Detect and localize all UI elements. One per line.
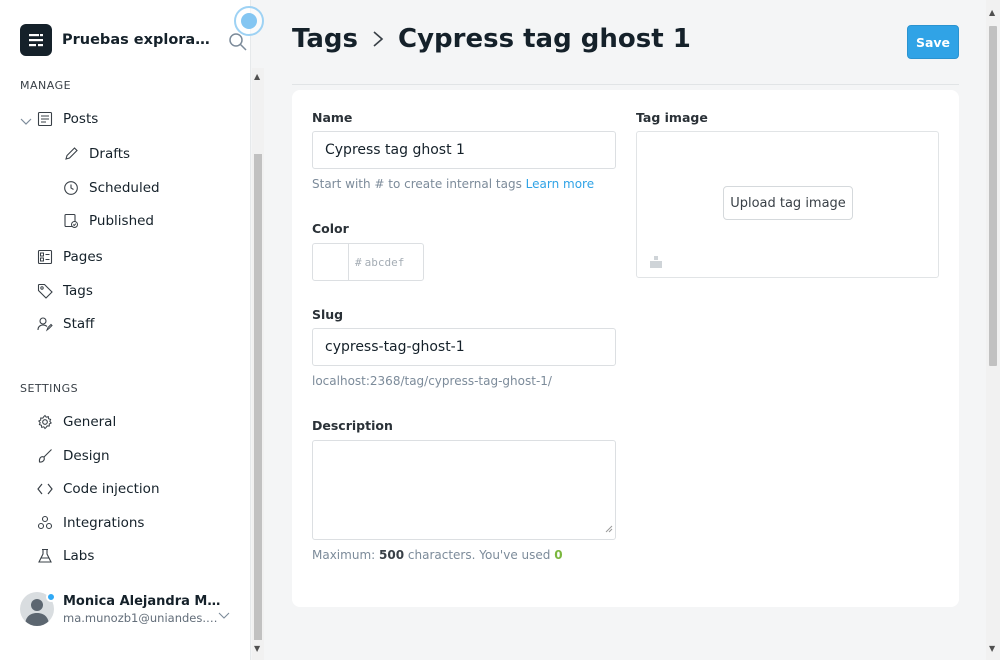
name-hint: Start with # to create internal tags Lea… bbox=[312, 177, 594, 191]
upload-tag-image-button[interactable]: Upload tag image bbox=[723, 186, 853, 220]
sidebar: Pruebas explorato... MANAGE Posts Drafts… bbox=[0, 0, 264, 660]
name-label: Name bbox=[312, 110, 353, 125]
focus-indicator bbox=[234, 6, 264, 36]
chevron-down-icon[interactable] bbox=[218, 606, 230, 625]
name-hint-text: Start with # to create internal tags bbox=[312, 177, 522, 191]
description-field[interactable] bbox=[312, 440, 616, 540]
breadcrumb-tags-link[interactable]: Tags bbox=[292, 24, 358, 54]
resize-handle-icon[interactable] bbox=[605, 518, 613, 537]
scroll-up-arrow-icon[interactable]: ▲ bbox=[989, 8, 995, 17]
notification-dot bbox=[46, 592, 56, 602]
sidebar-item-pages[interactable]: Pages bbox=[36, 245, 103, 269]
color-input[interactable]: abcdef bbox=[365, 256, 405, 269]
learn-more-link[interactable]: Learn more bbox=[526, 177, 594, 191]
sidebar-item-staff[interactable]: Staff bbox=[36, 312, 94, 336]
color-swatch[interactable] bbox=[313, 244, 349, 280]
description-label: Description bbox=[312, 418, 393, 433]
sidebar-item-drafts[interactable]: Drafts bbox=[62, 142, 130, 166]
sidebar-scrollbar[interactable]: ▲ ▼ bbox=[252, 68, 264, 660]
scroll-thumb[interactable] bbox=[254, 154, 262, 640]
integrations-icon bbox=[36, 514, 54, 532]
staff-icon bbox=[36, 315, 54, 333]
main-content: Tags Cypress tag ghost 1 Save Name Cypre… bbox=[264, 0, 986, 660]
published-icon bbox=[62, 212, 80, 230]
sidebar-item-code-injection[interactable]: Code injection bbox=[36, 477, 160, 501]
code-icon bbox=[36, 480, 54, 498]
slug-url: localhost:2368/tag/cypress-tag-ghost-1/ bbox=[312, 374, 552, 388]
tag-form-card: Name Cypress tag ghost 1 Start with # to… bbox=[292, 90, 959, 607]
sidebar-item-label: Pages bbox=[63, 249, 103, 265]
sidebar-item-label: Code injection bbox=[63, 481, 160, 497]
site-logo-icon bbox=[20, 24, 52, 56]
manage-section-title: MANAGE bbox=[20, 79, 72, 92]
scroll-down-arrow-icon[interactable]: ▼ bbox=[254, 644, 260, 653]
page-title: Cypress tag ghost 1 bbox=[398, 24, 691, 54]
color-field[interactable]: # abcdef bbox=[312, 243, 424, 281]
pencil-icon bbox=[62, 145, 80, 163]
clock-icon bbox=[62, 179, 80, 197]
slug-field[interactable]: cypress-tag-ghost-1 bbox=[312, 328, 616, 366]
breadcrumb: Tags Cypress tag ghost 1 bbox=[292, 24, 691, 54]
description-count: Maximum: 500 characters. You've used 0 bbox=[312, 548, 563, 562]
count-middle: characters. You've used bbox=[407, 548, 551, 562]
save-button[interactable]: Save bbox=[907, 25, 959, 59]
sidebar-item-published[interactable]: Published bbox=[62, 209, 154, 233]
sidebar-item-label: Integrations bbox=[63, 515, 145, 531]
divider bbox=[292, 84, 959, 85]
count-prefix: Maximum: bbox=[312, 548, 376, 562]
slug-label: Slug bbox=[312, 307, 344, 322]
brush-icon bbox=[36, 447, 54, 465]
scroll-up-arrow-icon[interactable]: ▲ bbox=[254, 72, 260, 81]
count-max: 500 bbox=[379, 548, 405, 562]
sidebar-item-label: Published bbox=[89, 213, 154, 229]
gear-icon bbox=[36, 413, 54, 431]
flask-icon bbox=[36, 547, 54, 565]
color-hash: # bbox=[355, 255, 362, 269]
site-brand[interactable]: Pruebas explorato... bbox=[20, 24, 212, 56]
sidebar-item-label: Labs bbox=[63, 548, 95, 564]
color-label: Color bbox=[312, 221, 349, 236]
settings-section-title: SETTINGS bbox=[20, 382, 79, 395]
sidebar-item-design[interactable]: Design bbox=[36, 444, 110, 468]
page-scrollbar[interactable]: ▲ ▼ bbox=[986, 0, 1000, 660]
site-name: Pruebas explorato... bbox=[62, 32, 212, 48]
chevron-down-icon[interactable] bbox=[20, 112, 32, 125]
user-menu[interactable]: Monica Alejandra Muñ... ma.munozb1@unian… bbox=[20, 592, 223, 626]
chevron-right-icon bbox=[372, 30, 384, 48]
sidebar-item-label: Tags bbox=[63, 283, 93, 299]
posts-icon bbox=[36, 110, 54, 128]
sidebar-item-scheduled[interactable]: Scheduled bbox=[62, 176, 160, 200]
pages-icon bbox=[36, 248, 54, 266]
user-name: Monica Alejandra Muñ... bbox=[63, 593, 223, 609]
scroll-thumb[interactable] bbox=[989, 26, 997, 366]
sidebar-item-posts[interactable]: Posts bbox=[36, 107, 98, 131]
sidebar-item-label: Posts bbox=[63, 111, 99, 127]
sidebar-item-label: General bbox=[63, 414, 117, 430]
count-used: 0 bbox=[554, 548, 563, 562]
name-field[interactable]: Cypress tag ghost 1 bbox=[312, 131, 616, 169]
tag-image-dropzone[interactable]: Upload tag image bbox=[636, 131, 939, 278]
sidebar-item-label: Drafts bbox=[89, 146, 131, 162]
sidebar-item-label: Scheduled bbox=[89, 180, 160, 196]
tag-icon bbox=[36, 282, 54, 300]
user-email: ma.munozb1@uniandes.e... bbox=[63, 610, 223, 625]
sidebar-item-integrations[interactable]: Integrations bbox=[36, 511, 144, 535]
sidebar-item-tags[interactable]: Tags bbox=[36, 279, 93, 303]
sidebar-item-label: Staff bbox=[63, 316, 95, 332]
sidebar-item-label: Design bbox=[63, 448, 110, 464]
tag-image-label: Tag image bbox=[636, 110, 708, 125]
sidebar-item-general[interactable]: General bbox=[36, 410, 116, 434]
scroll-down-arrow-icon[interactable]: ▼ bbox=[989, 644, 995, 653]
sidebar-item-labs[interactable]: Labs bbox=[36, 544, 94, 568]
image-placeholder-icon bbox=[649, 254, 663, 273]
